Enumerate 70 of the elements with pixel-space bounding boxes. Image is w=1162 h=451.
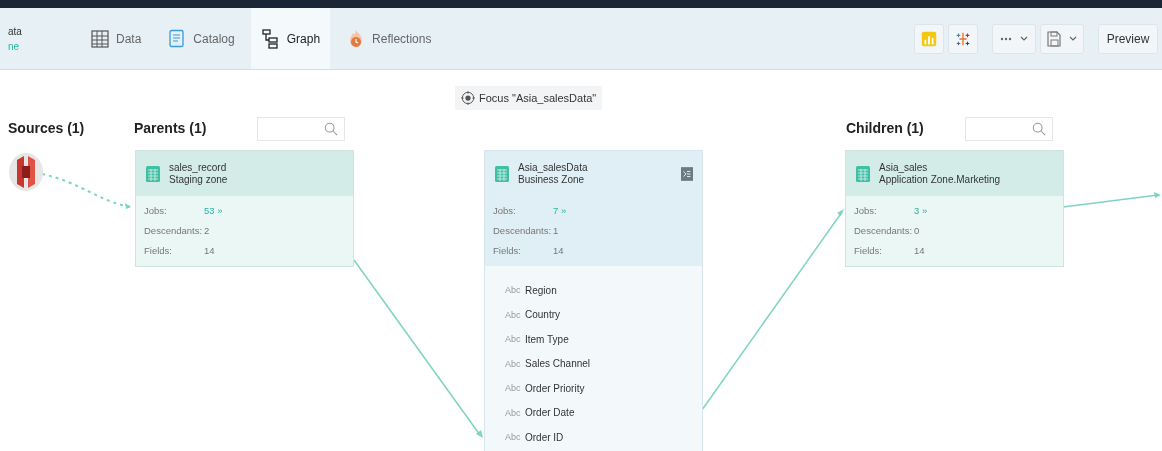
dataset-title: ata: [8, 25, 23, 37]
dataset-subtitle: ne: [8, 40, 21, 52]
caret-icon: [1069, 36, 1077, 41]
grid-icon: [90, 28, 110, 49]
chart-button[interactable]: [914, 23, 944, 54]
preview-button[interactable]: Preview: [1098, 23, 1158, 54]
table-icon: [855, 164, 871, 183]
field-name: Country: [525, 309, 560, 321]
field-name: Order Date: [525, 407, 575, 419]
tab[interactable]: Data: [80, 8, 152, 69]
stat-label: Jobs:: [144, 204, 168, 216]
stat-label: Descendants:: [144, 224, 204, 236]
table-icon: [145, 164, 161, 183]
tab[interactable]: Graph: [250, 8, 331, 69]
save-icon: [1047, 30, 1061, 47]
stat-label: Fields:: [854, 244, 883, 256]
field-name: Sales Channel: [525, 358, 591, 370]
stat-value: 14: [553, 244, 564, 256]
field-name: Item Type: [525, 333, 569, 345]
node-zone: Staging zone: [169, 173, 228, 186]
section-heading: Parents (1): [134, 120, 207, 136]
stat-value: 1: [553, 224, 559, 236]
stat-label: Fields:: [493, 244, 522, 256]
more-dropdown[interactable]: [992, 23, 1036, 54]
type-label: Abc: [505, 358, 522, 369]
node-zone: Application Zone.Marketing: [879, 173, 1001, 186]
search-icon: [324, 122, 338, 136]
search-icon: [1032, 122, 1046, 136]
stat-label: Jobs:: [493, 204, 517, 216]
caret-icon: [1020, 36, 1028, 41]
table-icon: [494, 164, 510, 183]
ellipsis-icon: [1000, 36, 1012, 41]
stat-value: 0: [914, 224, 920, 236]
type-label: Abc: [505, 309, 522, 320]
type-label: Abc: [505, 285, 522, 296]
node-zone: Business Zone: [518, 173, 586, 186]
tab[interactable]: Catalog: [157, 8, 245, 69]
section-heading: Sources (1): [8, 120, 85, 136]
section-heading: Children (1): [846, 120, 924, 136]
node-name: sales_record: [169, 161, 228, 174]
field-name: Region: [525, 284, 557, 296]
node-name: Asia_salesData: [518, 161, 588, 174]
node-name: Asia_sales: [879, 161, 929, 174]
stat-label: Jobs:: [854, 204, 878, 216]
focus-button[interactable]: Focus "Asia_salesData": [455, 86, 603, 110]
focused-node[interactable]: Asia_salesData Business Zone Jobs: 7 » Descendants: 1 Fields: 14 Abc Region Abc Country Abc Item Type Abc Sales Channel Abc Order Priority Abc Order Date Abc Order ID: [484, 150, 703, 451]
stat-label: Fields:: [144, 244, 173, 256]
bar-chart-icon: [920, 29, 938, 48]
stat-value: 14: [204, 244, 215, 256]
type-label: Abc: [505, 407, 522, 418]
graph-icon: [260, 28, 281, 49]
search-field[interactable]: [257, 117, 345, 141]
dataset-node[interactable]: Asia_sales Application Zone.Marketing Jobs: 3 » Descendants: 0 Fields: 14: [845, 150, 1064, 267]
tab[interactable]: Reflections: [336, 8, 442, 69]
save-dropdown[interactable]: [1040, 23, 1084, 54]
query-icon[interactable]: [681, 166, 693, 181]
target-icon: [461, 91, 475, 105]
stat-label: Descendants:: [493, 224, 553, 236]
type-label: Abc: [505, 334, 522, 345]
stat-value: 14: [914, 244, 925, 256]
dataset-node[interactable]: sales_record Staging zone Jobs: 53 » Descendants: 2 Fields: 14: [135, 150, 354, 267]
field-name: Order Priority: [525, 382, 585, 394]
bucket-icon: [8, 152, 44, 192]
stat-label: Descendants:: [854, 224, 914, 236]
crosses-button[interactable]: [948, 23, 978, 54]
type-label: Abc: [505, 432, 522, 443]
stat-value: 2: [204, 224, 210, 236]
search-field[interactable]: [965, 117, 1053, 141]
type-label: Abc: [505, 383, 522, 394]
field-name: Order ID: [525, 431, 564, 443]
